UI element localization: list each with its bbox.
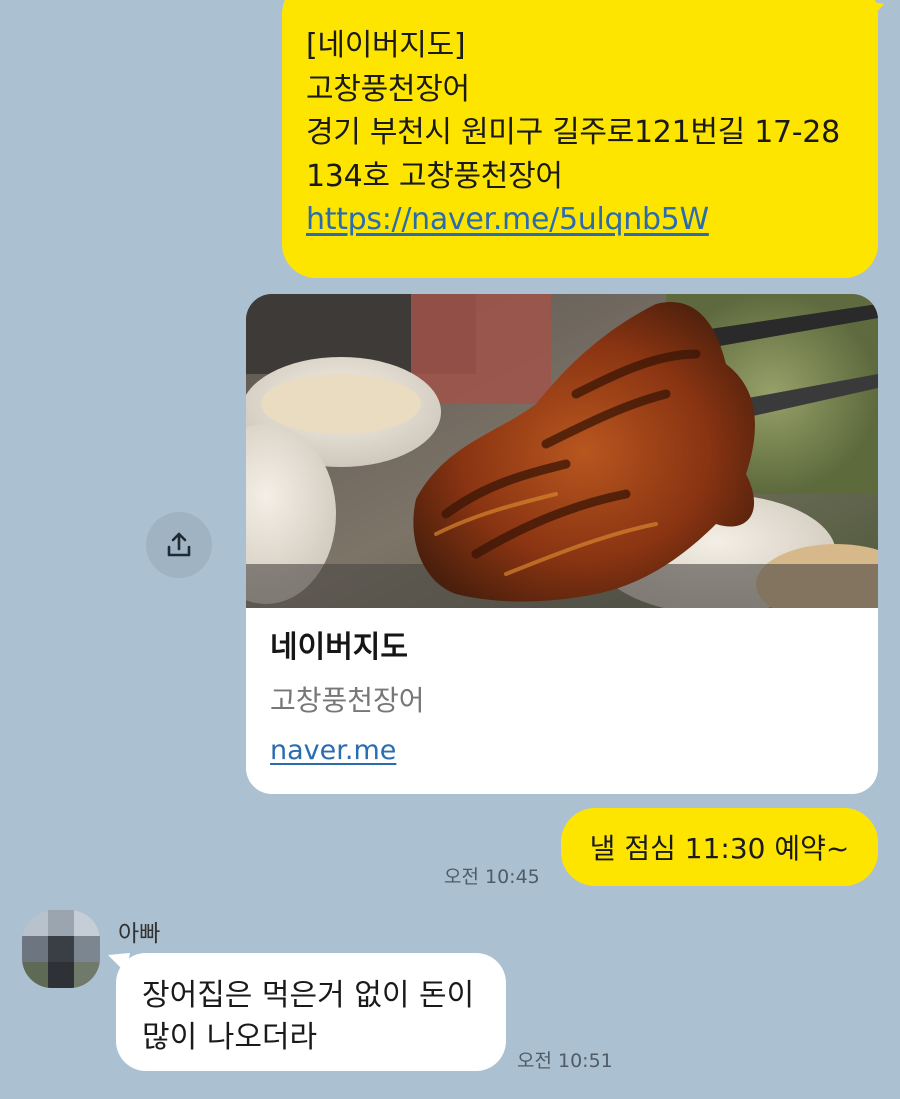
share-button[interactable]	[146, 512, 212, 578]
bubble-tail	[862, 0, 884, 22]
share-upload-icon	[167, 532, 191, 557]
message-line: [네이버지도]	[306, 28, 466, 63]
my-message-bubble[interactable]: 낼 점심 11:30 예약~	[561, 808, 878, 886]
preview-image	[246, 294, 878, 608]
avatar-image	[22, 910, 100, 988]
message-line: 경기 부천시 원미구 길주로121번길 17-28	[306, 115, 840, 150]
message-text: 낼 점심 11:30 예약~	[589, 832, 850, 865]
preview-domain-link[interactable]: naver.me	[270, 729, 425, 773]
message-line: 134호 고창풍천장어	[306, 158, 563, 194]
message-timestamp: 오전 10:51	[517, 1050, 613, 1072]
message-line: 고창풍천장어	[306, 71, 470, 107]
avatar[interactable]	[22, 910, 100, 988]
reply-message-bubble[interactable]: 장어집은 먹은거 없이 돈이 많이 나오더라	[116, 953, 506, 1071]
preview-title: 네이버지도	[270, 630, 408, 665]
link-preview-card[interactable]: 네이버지도 고창풍천장어 naver.me	[246, 294, 878, 794]
preview-description: 고창풍천장어	[270, 684, 425, 717]
sender-name: 아빠	[118, 921, 161, 947]
message-timestamp: 오전 10:45	[444, 866, 540, 888]
map-link[interactable]: https://naver.me/5ulqnb5W	[306, 198, 878, 242]
message-line: 많이 나오더라	[142, 1020, 318, 1055]
address-message-bubble[interactable]: [네이버지도] 고창풍천장어 경기 부천시 원미구 길주로121번길 17-28…	[282, 0, 878, 278]
message-line: 장어집은 먹은거 없이 돈이	[142, 978, 475, 1013]
